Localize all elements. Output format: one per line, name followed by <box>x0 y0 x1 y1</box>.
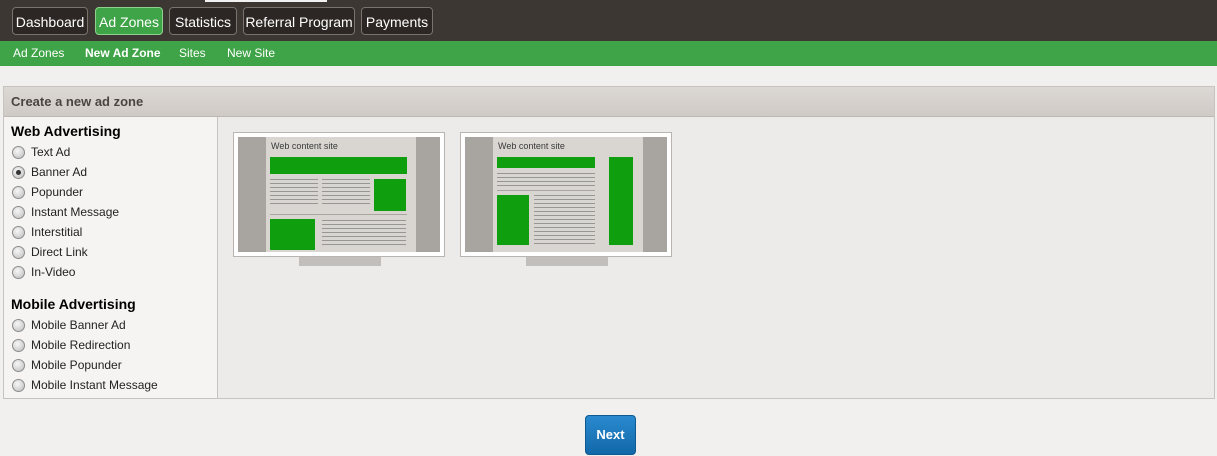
top-banner-ad <box>497 157 595 168</box>
mobile-advertising-heading: Mobile Advertising <box>11 296 136 312</box>
radio-button[interactable] <box>12 246 25 259</box>
sub-nav: Ad Zones New Ad Zone Sites New Site <box>0 41 1217 66</box>
monitor-screen: Web content site <box>465 137 667 252</box>
panel-header: Create a new ad zone <box>4 87 1214 117</box>
nav-referral-program-button[interactable]: Referral Program <box>243 7 355 35</box>
divider <box>497 190 595 191</box>
option-label: Instant Message <box>31 205 120 219</box>
monitor-stand <box>526 257 608 266</box>
top-nav-highlight <box>205 0 327 2</box>
square-ad <box>374 179 406 211</box>
divider <box>270 214 407 215</box>
subnav-sites-link[interactable]: Sites <box>179 41 206 66</box>
option-label: Interstitial <box>31 225 83 239</box>
option-label: Mobile Banner Ad <box>31 318 126 332</box>
mock-web-page: Web content site <box>266 137 416 252</box>
monitor-stand <box>299 257 381 266</box>
option-label: Text Ad <box>31 145 71 159</box>
radio-button-selected[interactable] <box>12 166 25 179</box>
subnav-ad-zones-link[interactable]: Ad Zones <box>13 41 64 66</box>
web-advertising-heading: Web Advertising <box>11 123 121 139</box>
option-label: Mobile Redirection <box>31 338 131 352</box>
radio-button[interactable] <box>12 339 25 352</box>
mock-site-title: Web content site <box>498 141 565 151</box>
placeholder-text <box>322 179 370 207</box>
ad-type-sidebar: Web Advertising Text Ad Banner Ad Popund… <box>4 117 218 398</box>
next-button[interactable]: Next <box>585 415 636 455</box>
subnav-new-site-link[interactable]: New Site <box>227 41 275 66</box>
mock-site-title: Web content site <box>271 141 338 151</box>
placeholder-text <box>322 220 406 248</box>
create-ad-zone-panel: Create a new ad zone Web Advertising Tex… <box>3 86 1215 399</box>
subnav-new-ad-zone-link[interactable]: New Ad Zone <box>85 41 161 66</box>
nav-dashboard-button[interactable]: Dashboard <box>12 7 88 35</box>
banner-layout-vertical-thumbnail[interactable]: Web content site <box>460 132 672 257</box>
radio-button[interactable] <box>12 266 25 279</box>
panel-title: Create a new ad zone <box>11 94 144 109</box>
radio-button[interactable] <box>12 226 25 239</box>
banner-layout-horizontal-thumbnail[interactable]: Web content site <box>233 132 445 257</box>
option-label: Mobile Instant Message <box>31 378 158 392</box>
square-ad <box>270 219 315 250</box>
radio-button[interactable] <box>12 146 25 159</box>
radio-button[interactable] <box>12 319 25 332</box>
radio-button[interactable] <box>12 379 25 392</box>
top-nav: Dashboard Ad Zones Statistics Referral P… <box>0 0 1217 41</box>
side-ad <box>497 195 529 245</box>
monitor-screen: Web content site <box>238 137 440 252</box>
placeholder-text <box>497 173 595 187</box>
placeholder-text <box>534 195 595 247</box>
mock-web-page: Web content site <box>493 137 643 252</box>
nav-ad-zones-button[interactable]: Ad Zones <box>95 7 163 35</box>
option-label: Banner Ad <box>31 165 88 179</box>
option-label: Popunder <box>31 185 84 199</box>
horizontal-banner-ad <box>270 157 407 174</box>
option-label: In-Video <box>31 265 76 279</box>
radio-button[interactable] <box>12 359 25 372</box>
nav-statistics-button[interactable]: Statistics <box>169 7 237 35</box>
page-margin <box>416 137 440 252</box>
vertical-skyscraper-ad <box>609 157 633 245</box>
option-label: Mobile Popunder <box>31 358 122 372</box>
radio-button[interactable] <box>12 186 25 199</box>
radio-button[interactable] <box>12 206 25 219</box>
option-label: Direct Link <box>31 245 88 259</box>
placeholder-text <box>270 179 318 207</box>
nav-payments-button[interactable]: Payments <box>361 7 433 35</box>
